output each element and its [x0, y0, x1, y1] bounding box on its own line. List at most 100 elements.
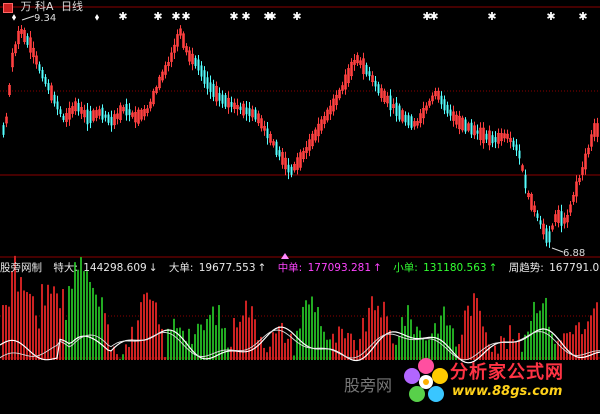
indicator-bar [311, 296, 313, 360]
indicator-bar [209, 314, 211, 360]
indicator-item-da-dan: 大单: 19677.553 ↑ [168, 262, 267, 274]
indicator-bar [302, 306, 304, 360]
indicator-bar [41, 284, 43, 360]
star-marker-icon: ✱ [153, 10, 162, 23]
indicator-bar [77, 269, 79, 360]
indicator-bar [2, 305, 4, 360]
indicator-bar [65, 319, 67, 360]
candle [446, 104, 449, 114]
low-price-label: 6.88 [563, 248, 585, 259]
candle [539, 220, 542, 225]
candle [560, 211, 563, 226]
indicator-bar [398, 336, 400, 360]
indicator-bar [266, 352, 268, 360]
candle [266, 128, 269, 139]
candle [545, 228, 548, 243]
indicator-item-zhong-dan: 中单: 177093.281 ↑ [277, 262, 382, 274]
indicator-bar [227, 347, 229, 360]
star-marker-icon: ✱ [267, 10, 276, 23]
period-label[interactable]: 日线 [61, 0, 83, 13]
candle [125, 103, 128, 116]
candle [377, 84, 380, 94]
candle [200, 65, 203, 77]
candle [404, 114, 407, 123]
menu-icon[interactable] [3, 3, 13, 13]
candle [470, 122, 473, 135]
indicator-bar [140, 302, 142, 360]
candle [365, 64, 368, 75]
candle [485, 133, 488, 140]
indicator-bar [305, 300, 307, 360]
candle [128, 109, 131, 116]
indicator-bar [188, 328, 190, 360]
candle [368, 71, 371, 77]
indicator-bar [197, 323, 199, 360]
star-marker-icon: ✱ [292, 10, 301, 23]
candle [77, 102, 80, 112]
candle [524, 174, 527, 189]
indicator-bar [8, 306, 10, 360]
candle [491, 135, 494, 144]
indicator-bar [53, 286, 55, 360]
candle [89, 111, 92, 123]
indicator-bar [158, 324, 160, 360]
indicator-bar [248, 317, 250, 360]
indicator-bar [401, 317, 403, 360]
candle [476, 130, 479, 134]
indicator-bar [134, 339, 136, 360]
high-price-label: 9.34 [34, 13, 56, 24]
indicator-bar [23, 290, 25, 360]
indicator-bar [383, 301, 385, 360]
indicator-bar [68, 286, 70, 360]
indicator-bar [125, 344, 127, 360]
indicator-bar [20, 277, 22, 360]
candle [239, 106, 242, 111]
indicator-bar [110, 351, 112, 360]
candle [410, 116, 413, 128]
candle [278, 150, 281, 157]
indicator-bar [239, 321, 241, 360]
indicator-bar [59, 308, 61, 360]
candle [248, 108, 251, 116]
candle [203, 70, 206, 84]
star-marker-icon: ✱ [181, 10, 190, 23]
indicator-bar [179, 327, 181, 360]
indicator-bar [473, 293, 475, 360]
indicator-bar [92, 287, 94, 360]
candle [53, 94, 56, 104]
indicator-name[interactable]: 股旁网制 [0, 262, 42, 274]
indicator-bar [89, 281, 91, 360]
indicator-bar [71, 288, 73, 360]
indicator-bar [389, 330, 391, 360]
star-marker-icon: ✱ [241, 10, 250, 23]
indicator-bar [194, 334, 196, 360]
candle [62, 115, 65, 120]
indicator-bar [233, 318, 235, 360]
candle [548, 231, 551, 243]
indicator-bar [350, 333, 352, 360]
indicator-bar [128, 346, 130, 360]
candle [101, 107, 104, 120]
candle [221, 94, 224, 104]
chart-header: 万 科A 日线 [0, 0, 83, 14]
indicator-bar [83, 271, 85, 360]
indicator-bar [347, 332, 349, 360]
indicator-bar [212, 306, 214, 360]
candle [209, 82, 212, 92]
indicator-bar [47, 284, 49, 360]
candle [212, 83, 215, 97]
candle [38, 64, 41, 71]
candle [374, 80, 377, 87]
indicator-bar [254, 319, 256, 360]
indicator-bar [236, 327, 238, 360]
indicator-bar [275, 333, 277, 360]
site-url: www.88gs.com [452, 384, 563, 399]
indicator-bar [230, 346, 232, 360]
candle [26, 36, 29, 45]
candle [275, 141, 278, 155]
indicator-bar [269, 346, 271, 360]
candle [389, 95, 392, 111]
indicator-bar [284, 342, 286, 360]
indicator-item-zhou-qu-shi: 周趋势: 167791.07 [508, 262, 600, 274]
candlestick-series [2, 25, 599, 248]
